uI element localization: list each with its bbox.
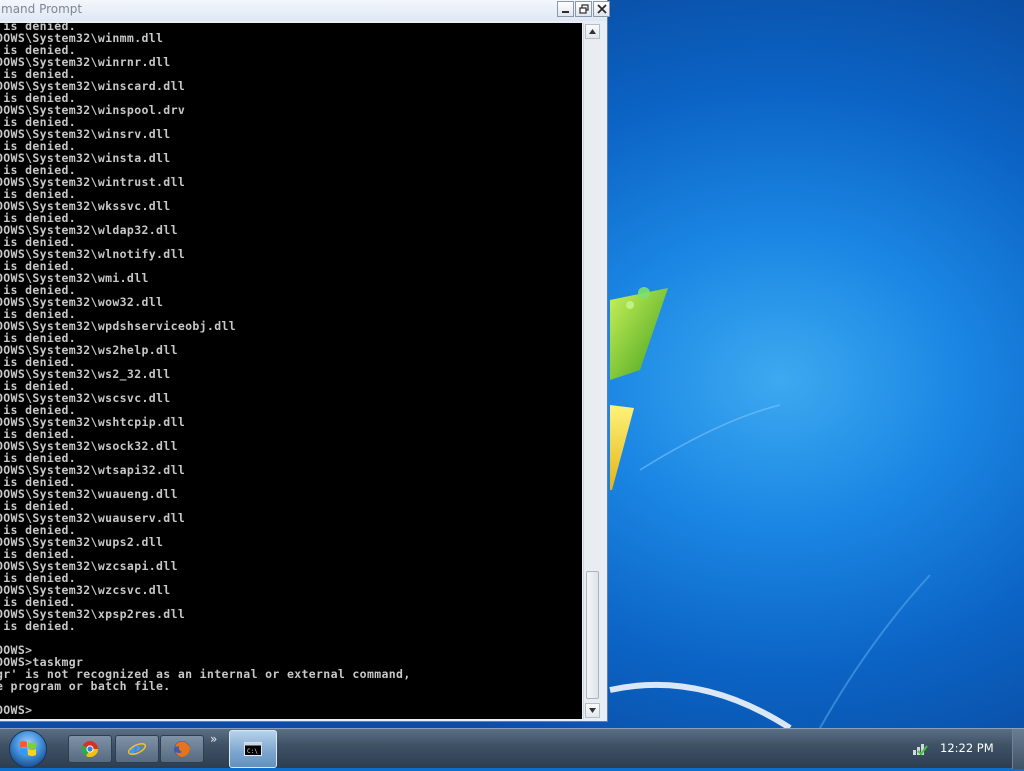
svg-text:e: e bbox=[130, 740, 141, 759]
system-clock[interactable]: 12:22 PM bbox=[940, 741, 994, 755]
console-output[interactable]: is denied. OOWS\System32\winmm.dll is den… bbox=[0, 23, 582, 719]
vertical-scrollbar[interactable] bbox=[583, 23, 601, 719]
taskbar-overflow-chevron[interactable]: » bbox=[210, 732, 217, 746]
taskbar-cmd-button[interactable]: C:\ bbox=[229, 730, 277, 768]
cmd-icon: C:\ bbox=[244, 742, 262, 756]
ie-icon: e bbox=[127, 740, 147, 759]
console-line: OOWS> bbox=[0, 703, 33, 717]
start-button[interactable] bbox=[9, 730, 47, 768]
title-bar[interactable]: mand Prompt bbox=[0, 0, 610, 21]
close-icon bbox=[596, 4, 607, 14]
svg-text:C:\: C:\ bbox=[247, 748, 258, 755]
taskbar-internet-explorer-button[interactable]: e bbox=[115, 735, 159, 763]
restore-icon bbox=[578, 4, 589, 14]
taskbar-firefox-button[interactable] bbox=[160, 735, 204, 763]
down-arrow-icon bbox=[589, 708, 596, 713]
console-text: is denied. OOWS\System32\winmm.dll is den… bbox=[0, 23, 411, 716]
console-line: e program or batch file. bbox=[0, 679, 171, 693]
network-icon[interactable] bbox=[912, 741, 928, 757]
console-line: is denied. bbox=[0, 619, 77, 633]
show-desktop-button[interactable] bbox=[1012, 729, 1024, 769]
minimize-button[interactable] bbox=[557, 1, 574, 17]
scroll-up-button[interactable] bbox=[585, 24, 600, 39]
taskbar-chrome-button[interactable] bbox=[68, 735, 112, 763]
restore-button[interactable] bbox=[575, 1, 592, 17]
taskbar: e » C:\ 12:22 PM bbox=[0, 728, 1024, 769]
scroll-down-button[interactable] bbox=[585, 703, 600, 718]
chrome-icon bbox=[81, 741, 99, 758]
up-arrow-icon bbox=[589, 29, 596, 34]
close-button[interactable] bbox=[593, 1, 610, 17]
command-prompt-window[interactable]: mand Prompt is denied. OOWS\System32\winm… bbox=[0, 0, 610, 722]
windows-logo-icon bbox=[20, 741, 36, 756]
window-title: mand Prompt bbox=[1, 2, 83, 16]
minimize-icon bbox=[562, 10, 569, 13]
scroll-thumb[interactable] bbox=[586, 571, 599, 699]
firefox-icon bbox=[174, 741, 190, 757]
